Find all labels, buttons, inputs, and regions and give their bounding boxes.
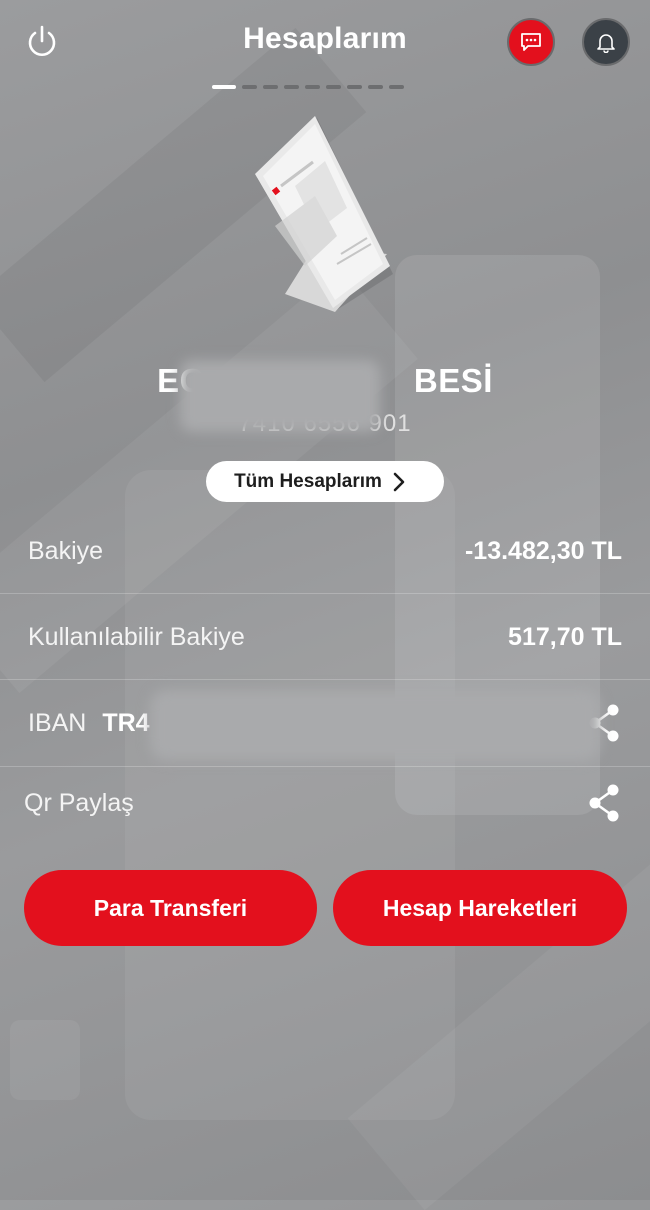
balance-value: -13.482,30 TL bbox=[464, 536, 622, 565]
chat-icon bbox=[521, 33, 541, 51]
page-dot[interactable] bbox=[326, 85, 341, 89]
iban-label: IBAN bbox=[28, 708, 87, 737]
all-accounts-button[interactable]: Tüm Hesaplarım bbox=[206, 461, 444, 502]
account-transactions-button[interactable]: Hesap Hareketleri bbox=[333, 870, 627, 946]
share-qr-icon[interactable] bbox=[586, 782, 622, 824]
money-transfer-button[interactable]: Para Transferi bbox=[24, 870, 317, 946]
page-dot[interactable] bbox=[347, 85, 362, 89]
balance-row: Bakiye -13.482,30 TL bbox=[0, 508, 650, 594]
chevron-right-icon bbox=[393, 472, 405, 491]
page-dot-active[interactable] bbox=[212, 85, 236, 89]
page-dot[interactable] bbox=[242, 85, 257, 89]
balance-label: Bakiye bbox=[28, 536, 104, 565]
background-shape bbox=[10, 1020, 80, 1100]
bell-icon bbox=[597, 34, 615, 53]
all-accounts-label: Tüm Hesaplarım bbox=[234, 470, 382, 492]
qr-share-row[interactable]: Qr Paylaş bbox=[0, 760, 650, 846]
page-dot[interactable] bbox=[263, 85, 278, 89]
page-dot[interactable] bbox=[305, 85, 320, 89]
available-balance-value: 517,70 TL bbox=[508, 622, 622, 651]
qr-share-label: Qr Paylaş bbox=[24, 788, 134, 817]
page-dot[interactable] bbox=[368, 85, 383, 89]
notifications-button[interactable] bbox=[582, 18, 630, 66]
redaction-blur bbox=[180, 360, 380, 432]
redaction-blur bbox=[150, 690, 600, 760]
page-dot[interactable] bbox=[389, 85, 404, 89]
chat-button[interactable] bbox=[507, 18, 555, 66]
account-name-end: BESİ bbox=[413, 362, 493, 399]
page-dot[interactable] bbox=[284, 85, 299, 89]
iban-value: TR4 bbox=[102, 708, 150, 737]
available-balance-label: Kullanılabilir Bakiye bbox=[28, 622, 245, 651]
passbook-image bbox=[255, 116, 395, 316]
page-indicator bbox=[212, 85, 404, 89]
available-balance-row: Kullanılabilir Bakiye 517,70 TL bbox=[0, 594, 650, 680]
